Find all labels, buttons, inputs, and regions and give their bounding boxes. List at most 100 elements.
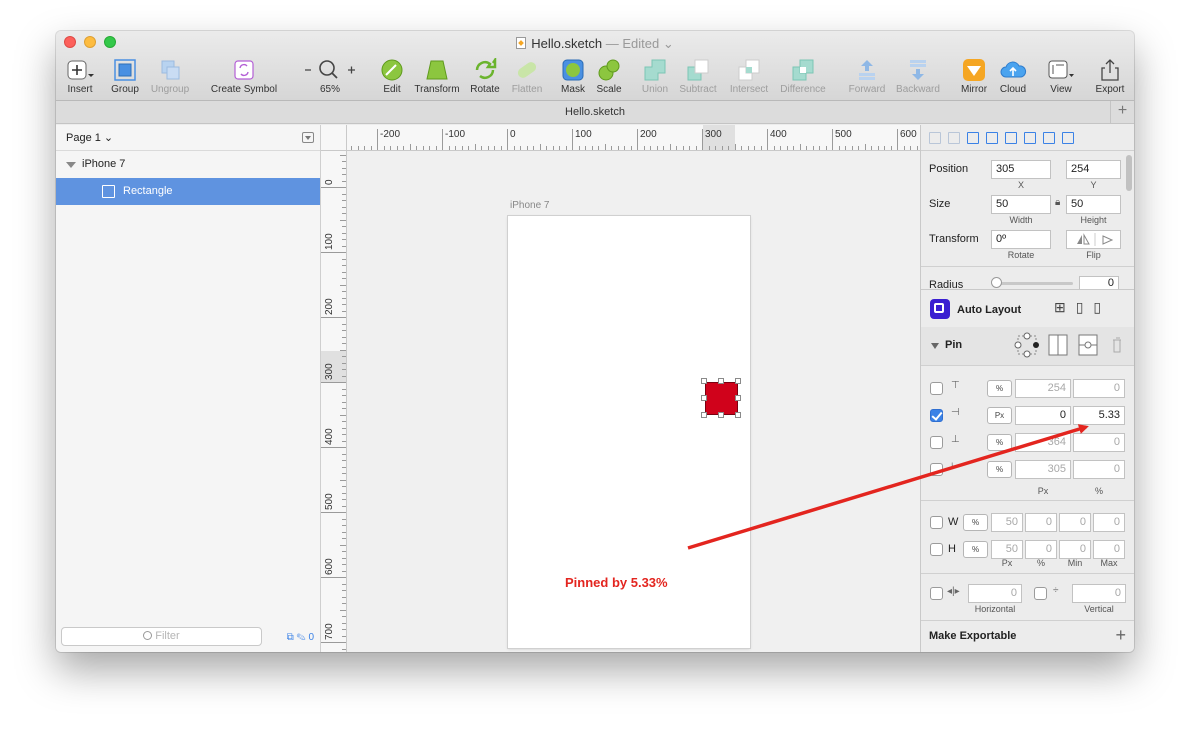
union-button[interactable]: Union	[638, 58, 672, 95]
height-min-field[interactable]: 0	[1059, 540, 1091, 559]
pin-diagram-icon[interactable]	[1014, 332, 1124, 361]
auto-layout-device-icons[interactable]: ⊞▯▯	[1054, 299, 1111, 316]
width-max-field[interactable]: 0	[1093, 513, 1125, 532]
resize-handle-e[interactable]	[735, 395, 741, 401]
distribute-vertical-icon[interactable]	[948, 131, 960, 144]
subtract-button[interactable]: Subtract	[676, 58, 720, 95]
symbol-filter-icon[interactable]: ⧉	[287, 632, 294, 643]
inspector-scrollbar[interactable]	[1126, 155, 1132, 191]
view-button[interactable]: View	[1044, 58, 1078, 95]
pin-top-px-field[interactable]: 254	[1015, 379, 1071, 398]
disclosure-triangle-icon[interactable]	[66, 162, 76, 168]
mask-button[interactable]: Mask	[558, 58, 588, 95]
resize-handle-n[interactable]	[718, 378, 724, 384]
rotate-button[interactable]: Rotate	[468, 58, 502, 95]
width-constraint-checkbox[interactable]	[930, 516, 943, 529]
width-pct-field[interactable]: 0	[1025, 513, 1057, 532]
cloud-button[interactable]: Cloud	[996, 58, 1030, 95]
pin-left-pct-field[interactable]: 5.33	[1073, 406, 1125, 425]
align-top-icon[interactable]	[1024, 131, 1036, 144]
pin-right-checkbox[interactable]	[930, 463, 943, 476]
horizontal-spacing-checkbox[interactable]	[930, 587, 943, 600]
height-pct-field[interactable]: 0	[1025, 540, 1057, 559]
radius-slider-knob[interactable]	[991, 277, 1002, 288]
height-px-field[interactable]: 50	[991, 540, 1023, 559]
pin-left-px-field[interactable]: 0	[1015, 406, 1071, 425]
flatten-button[interactable]: Flatten	[508, 58, 546, 95]
resize-handle-nw[interactable]	[701, 378, 707, 384]
align-middle-icon[interactable]	[1043, 131, 1055, 144]
horizontal-spacing-field[interactable]: 0	[968, 584, 1022, 603]
pin-top-unit-toggle[interactable]: %	[987, 380, 1012, 397]
export-button[interactable]: Export	[1092, 58, 1128, 95]
pin-top-pct-field[interactable]: 0	[1073, 379, 1125, 398]
group-button[interactable]: Group	[108, 58, 142, 95]
backward-button[interactable]: Backward	[892, 58, 944, 95]
radius-slider[interactable]	[993, 282, 1073, 285]
transform-button[interactable]: Transform	[410, 58, 464, 95]
tab-hello-sketch[interactable]: Hello.sketch	[565, 106, 625, 118]
resize-handle-w[interactable]	[701, 395, 707, 401]
rotate-field[interactable]: 0º	[991, 230, 1051, 249]
resize-handle-s[interactable]	[718, 412, 724, 418]
vertical-ruler[interactable]: 0 100 200 300 400 500 600 700	[321, 151, 347, 652]
resize-handle-sw[interactable]	[701, 412, 707, 418]
pin-left-unit-toggle[interactable]: Px	[987, 407, 1012, 424]
insert-button[interactable]: Insert	[64, 58, 96, 95]
vertical-spacing-checkbox[interactable]	[1034, 587, 1047, 600]
selected-rectangle[interactable]	[705, 382, 738, 415]
y-field[interactable]: 254	[1066, 160, 1121, 179]
lock-icon[interactable]: 🔒︎	[1055, 197, 1060, 208]
pin-bottom-pct-field[interactable]: 0	[1073, 433, 1125, 452]
edited-indicator[interactable]: — Edited	[606, 36, 659, 51]
difference-button[interactable]: Difference	[776, 58, 830, 95]
mirror-button[interactable]: Mirror	[958, 58, 990, 95]
create-symbol-button[interactable]: Create Symbol	[207, 58, 281, 95]
filter-tools[interactable]: ⧉ ✎ 0	[287, 632, 314, 643]
vertical-spacing-field[interactable]: 0	[1072, 584, 1126, 603]
pin-disclosure-icon[interactable]	[931, 343, 939, 349]
pin-left-checkbox[interactable]	[930, 409, 943, 422]
width-field[interactable]: 50	[991, 195, 1051, 214]
add-export-button[interactable]: +	[1115, 625, 1126, 646]
resize-handle-ne[interactable]	[735, 378, 741, 384]
height-field[interactable]: 50	[1066, 195, 1121, 214]
canvas[interactable]: -200 -100 0 100 200 300 400 500 600 0 100 200 300 40…	[321, 125, 920, 652]
pin-top-checkbox[interactable]	[930, 382, 943, 395]
edit-button[interactable]: Edit	[378, 58, 406, 95]
layer-artboard-iphone-7[interactable]: iPhone 7	[56, 151, 320, 178]
pin-bottom-px-field[interactable]: 364	[1015, 433, 1071, 452]
add-tab-button[interactable]: +	[1110, 101, 1134, 123]
brush-filter-icon[interactable]: ✎	[297, 632, 306, 643]
forward-button[interactable]: Forward	[844, 58, 890, 95]
width-unit-toggle[interactable]: %	[963, 514, 988, 531]
pin-bottom-unit-toggle[interactable]: %	[987, 434, 1012, 451]
layer-rectangle[interactable]: Rectangle	[56, 178, 320, 205]
layer-filter-input[interactable]: Filter	[61, 627, 262, 646]
pin-right-pct-field[interactable]: 0	[1073, 460, 1125, 479]
pin-bottom-checkbox[interactable]	[930, 436, 943, 449]
radius-field[interactable]: 0	[1079, 276, 1119, 290]
zoom-control[interactable]: 65%	[302, 58, 358, 95]
height-max-field[interactable]: 0	[1093, 540, 1125, 559]
intersect-button[interactable]: Intersect	[726, 58, 772, 95]
height-unit-toggle[interactable]: %	[963, 541, 988, 558]
resize-handle-se[interactable]	[735, 412, 741, 418]
x-field[interactable]: 305	[991, 160, 1051, 179]
width-px-field[interactable]: 50	[991, 513, 1023, 532]
pin-right-px-field[interactable]: 305	[1015, 460, 1071, 479]
align-center-icon[interactable]	[986, 131, 998, 144]
distribute-horizontal-icon[interactable]	[929, 131, 941, 144]
ungroup-button[interactable]: Ungroup	[148, 58, 192, 95]
horizontal-ruler[interactable]: -200 -100 0 100 200 300 400 500 600	[347, 125, 920, 151]
height-constraint-checkbox[interactable]	[930, 543, 943, 556]
align-left-icon[interactable]	[967, 131, 979, 144]
align-right-icon[interactable]	[1005, 131, 1017, 144]
width-min-field[interactable]: 0	[1059, 513, 1091, 532]
align-bottom-icon[interactable]	[1062, 131, 1074, 144]
scale-button[interactable]: Scale	[592, 58, 626, 95]
pages-toggle-icon[interactable]	[302, 132, 314, 143]
flip-buttons[interactable]	[1066, 230, 1121, 249]
pin-right-unit-toggle[interactable]: %	[987, 461, 1012, 478]
page-selector[interactable]: Page 1 ⌄	[56, 125, 320, 151]
